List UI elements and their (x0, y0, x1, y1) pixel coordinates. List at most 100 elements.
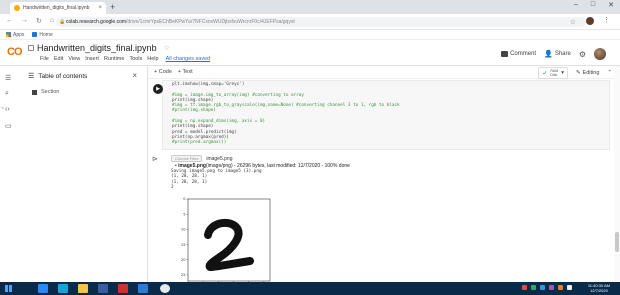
avatar[interactable] (594, 48, 606, 60)
tray-icon[interactable] (531, 285, 536, 290)
menu-runtime[interactable]: Runtime (104, 56, 124, 62)
gear-icon[interactable]: ⚙ (579, 50, 586, 59)
comment-button[interactable]: Comment (501, 51, 536, 57)
apps-grid-icon (6, 32, 11, 37)
colab-header: CO Handwritten_digits_final.ipynb ☆ File… (0, 40, 620, 66)
share-label: Share (554, 51, 571, 57)
collapse-chevron-icon[interactable]: ⌃ (607, 70, 612, 76)
choose-files-button[interactable]: Choose Files (171, 155, 203, 162)
code-snippets-icon[interactable]: ‹› (5, 106, 10, 113)
ie-app-icon[interactable] (58, 284, 68, 293)
browser-menu-icon[interactable]: ⋮ (603, 16, 610, 24)
notebook-title[interactable]: Handwritten_digits_final.ipynb (37, 43, 157, 53)
toc-close-button[interactable]: × (132, 71, 137, 80)
bookmark-star-icon[interactable]: ☆ (570, 18, 576, 26)
code-line: #print(img.shape) (172, 108, 216, 114)
maximize-icon[interactable]: □ (591, 1, 595, 9)
menu-help[interactable]: Help (147, 56, 158, 62)
upload-filename: image5.png (206, 155, 233, 162)
minimize-icon[interactable]: – (574, 1, 578, 9)
edge-app-icon[interactable] (38, 284, 48, 293)
save-status[interactable]: All changes saved (166, 56, 211, 62)
code-cell[interactable]: ▶ plt.imshow(img,cmap='Greys') #img = im… (153, 80, 610, 150)
menu-insert[interactable]: Insert (85, 56, 99, 62)
url-path: /drive/1cmrYpsEChBeKPwYa/7NFCxnxWUDjbsfx… (126, 19, 295, 25)
y-axis-ticks: 0 5 10 15 20 25 (181, 197, 188, 277)
url-input[interactable]: 🔒 colab.research.google.com/drive/1cmrYp… (56, 17, 586, 27)
add-text-button[interactable]: + Text (178, 69, 193, 75)
bookmark-apps[interactable]: Apps (6, 32, 24, 38)
tray-icon[interactable] (549, 285, 554, 290)
pencil-icon: ✎ (575, 70, 581, 76)
browser-profile-avatar[interactable] (586, 17, 594, 25)
toc-title: Table of contents (38, 72, 88, 80)
toc-icon: ☰ (28, 73, 35, 80)
back-icon[interactable]: ← (6, 17, 13, 25)
editing-mode-button[interactable]: ✎ Editing (576, 70, 599, 76)
taskbar-app-icon[interactable] (98, 284, 108, 293)
digit-image-plot: 0 5 10 15 20 25 0 5 10 15 20 25 (181, 197, 271, 287)
share-button[interactable]: 👤 Share (544, 50, 571, 58)
code-line: #print(pred.argmax()) (172, 140, 227, 146)
run-cell-button[interactable]: ▶ (153, 84, 163, 94)
star-icon[interactable]: ☆ (164, 44, 170, 52)
bookmark-favicon-icon (32, 32, 38, 37)
tray-icon[interactable] (540, 285, 545, 290)
add-code-button[interactable]: + Code (154, 69, 172, 75)
windows-taskbar: 11:40:30 AM 12/7/2020 (0, 282, 620, 295)
notebook-title-row: Handwritten_digits_final.ipynb ☆ (28, 43, 170, 53)
toolbar-left: + Code + Text (154, 69, 193, 75)
output-line: (1, 28, 28, 1) (171, 174, 208, 180)
files-folder-icon[interactable]: ▭ (5, 122, 12, 130)
new-tab-button[interactable]: + (110, 2, 115, 12)
taskbar-clock[interactable]: 11:40:30 AM 12/7/2020 (588, 283, 610, 293)
y-tick-label: 10 (181, 228, 186, 232)
colab-logo-text: CO (7, 46, 22, 58)
header-actions: Comment 👤 Share ⚙ (501, 48, 606, 60)
section-icon (32, 89, 37, 95)
disk-label: Disk (550, 73, 558, 77)
forward-icon[interactable]: → (21, 17, 28, 25)
cursor-marker-icon: ↳ (1, 105, 5, 110)
ram-dropdown-icon: ▾ (561, 70, 564, 76)
close-window-icon[interactable]: ✕ (608, 1, 614, 9)
output-line: (1, 28, 28, 1) (171, 179, 208, 185)
y-tick-label: 0 (183, 197, 186, 201)
menu-tools[interactable]: Tools (129, 56, 142, 62)
colab-logo[interactable]: CO (7, 46, 22, 58)
taskbar-app-icon[interactable] (138, 284, 148, 293)
window-controls: – □ ✕ (574, 1, 614, 9)
comment-icon (501, 51, 509, 57)
code-editor[interactable]: plt.imshow(img,cmap='Greys') #img = imag… (172, 82, 400, 146)
output-menu-icon[interactable]: ⊳ (152, 155, 158, 163)
taskbar-app-icon[interactable] (118, 284, 128, 293)
home-icon[interactable]: ⌂ (50, 17, 54, 25)
bookmark-home[interactable]: Home (32, 32, 53, 38)
bookmark-label: Apps (13, 31, 25, 38)
code-line: pred = model.predict(img) (172, 129, 237, 135)
y-tick-label: 25 (181, 273, 186, 277)
file-explorer-icon[interactable] (78, 284, 88, 293)
browser-tab[interactable]: Handwritten_digits_final.ipynb × (10, 2, 106, 14)
toc-list-icon[interactable]: ☰ (5, 74, 11, 82)
menu-view[interactable]: View (68, 56, 80, 62)
connected-check-icon: ✓ (542, 70, 548, 77)
search-icon[interactable]: ⌕ (5, 90, 9, 98)
tray-icon[interactable] (567, 285, 572, 290)
chrome-app-icon[interactable] (160, 284, 170, 293)
bookmarks-bar: Apps Home (0, 30, 620, 40)
windows-start-icon[interactable] (5, 285, 12, 292)
toc-panel: ☰ Table of contents × Section (20, 66, 148, 282)
toc-item-section[interactable]: Section (32, 89, 59, 95)
url-host: colab.research.google.com (66, 19, 127, 25)
menu-file[interactable]: File (40, 56, 49, 62)
tray-icon[interactable] (522, 285, 527, 290)
notebook-toolbar: + Code + Text ✓ RAM Disk ▾ ✎ Editing ⌃ (148, 66, 620, 79)
reload-icon[interactable]: ↻ (36, 17, 42, 25)
ram-disk-indicator[interactable]: ✓ RAM Disk ▾ (538, 67, 568, 79)
browser-tab-bar: Handwritten_digits_final.ipynb × + – □ ✕ (0, 0, 620, 14)
menu-edit[interactable]: Edit (54, 56, 63, 62)
tab-close-icon[interactable]: × (98, 5, 102, 11)
scrollbar-thumb[interactable] (615, 232, 619, 252)
tray-icon[interactable] (558, 285, 563, 290)
